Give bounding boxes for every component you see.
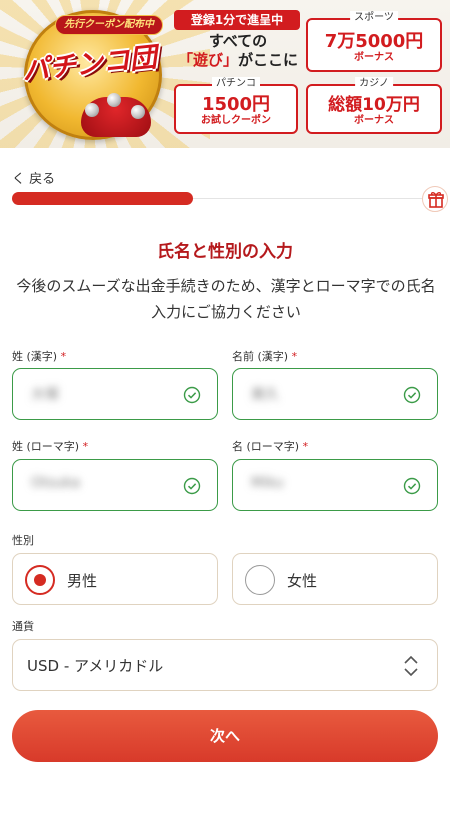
- promo-sub: ボーナス: [354, 52, 394, 63]
- last-name-kanji-field[interactable]: 大塚: [12, 368, 218, 420]
- headline: すべての 「遊び」がここに: [172, 32, 304, 70]
- promo-pachinko: パチンコ 1500円 お試しクーポン: [174, 77, 298, 134]
- chevron-up-down-icon: [404, 655, 418, 677]
- currency-value: USD - アメリカドル: [27, 657, 164, 675]
- promo-casino: カジノ 総額10万円 ボーナス: [306, 77, 442, 134]
- currency-select[interactable]: USD - アメリカドル: [12, 639, 438, 691]
- radio-label: 男性: [67, 572, 98, 590]
- promo-label: パチンコ: [212, 77, 260, 91]
- first-name-roman-label: 名 (ローマ字) *: [232, 440, 309, 453]
- progress-bar: [12, 192, 424, 205]
- last-name-roman-label: 姓 (ローマ字) *: [12, 440, 89, 453]
- promo-amount: 7万5000円: [324, 31, 424, 52]
- gender-label: 性別: [12, 534, 34, 547]
- promo-sub: ボーナス: [354, 115, 394, 126]
- progress-fill: [12, 192, 194, 205]
- first-name-kanji-label: 名前 (漢字) *: [232, 350, 298, 363]
- promo-amount: 総額10万円: [328, 95, 420, 115]
- headline-line1: すべての: [208, 32, 268, 50]
- check-circle-icon: [403, 386, 421, 404]
- promo-banner[interactable]: 先行クーポン配布中 パチンコ団 登録1分で進呈中 すべての 「遊び」がここに ス…: [0, 0, 450, 148]
- input-value: Miku: [251, 475, 284, 491]
- radio-selected-icon: [25, 565, 55, 595]
- headline-line2: 「遊び」がここに: [172, 51, 304, 70]
- check-circle-icon: [183, 386, 201, 404]
- promo-sub: お試しクーポン: [201, 115, 271, 126]
- currency-label: 通貨: [12, 620, 34, 633]
- promo-sports: スポーツ 7万5000円 ボーナス: [306, 11, 442, 72]
- gift-icon: [422, 186, 448, 212]
- first-name-roman-field[interactable]: Miku: [232, 459, 438, 511]
- page-title: 氏名と性別の入力: [157, 242, 293, 262]
- headline-tag: 登録1分で進呈中: [174, 10, 300, 30]
- form-description: 今後のスムーズな出金手続きのため、漢字とローマ字での氏名入力にご協力ください: [16, 277, 436, 321]
- input-value: Otsuka: [31, 475, 81, 491]
- promo-label: カジノ: [355, 77, 393, 91]
- promo-label: スポーツ: [350, 11, 398, 25]
- pachinko-balls-image: [81, 93, 151, 137]
- next-button[interactable]: 次へ: [12, 710, 438, 762]
- input-value: 美久: [251, 387, 279, 403]
- last-name-kanji-label: 姓 (漢字) *: [12, 350, 67, 363]
- gender-option-female[interactable]: 女性: [232, 553, 438, 605]
- last-name-roman-field[interactable]: Otsuka: [12, 459, 218, 511]
- gender-option-male[interactable]: 男性: [12, 553, 218, 605]
- headline-highlight: 「遊び」: [177, 51, 238, 69]
- back-link[interactable]: く 戻る: [12, 168, 55, 187]
- radio-unselected-icon: [245, 565, 275, 595]
- check-circle-icon: [183, 477, 201, 495]
- check-circle-icon: [403, 477, 421, 495]
- first-name-kanji-field[interactable]: 美久: [232, 368, 438, 420]
- coupon-badge: 先行クーポン配布中: [55, 15, 163, 35]
- promo-amount: 1500円: [201, 94, 271, 115]
- radio-label: 女性: [287, 572, 318, 590]
- input-value: 大塚: [31, 387, 59, 403]
- headline-rest: がここに: [238, 51, 299, 69]
